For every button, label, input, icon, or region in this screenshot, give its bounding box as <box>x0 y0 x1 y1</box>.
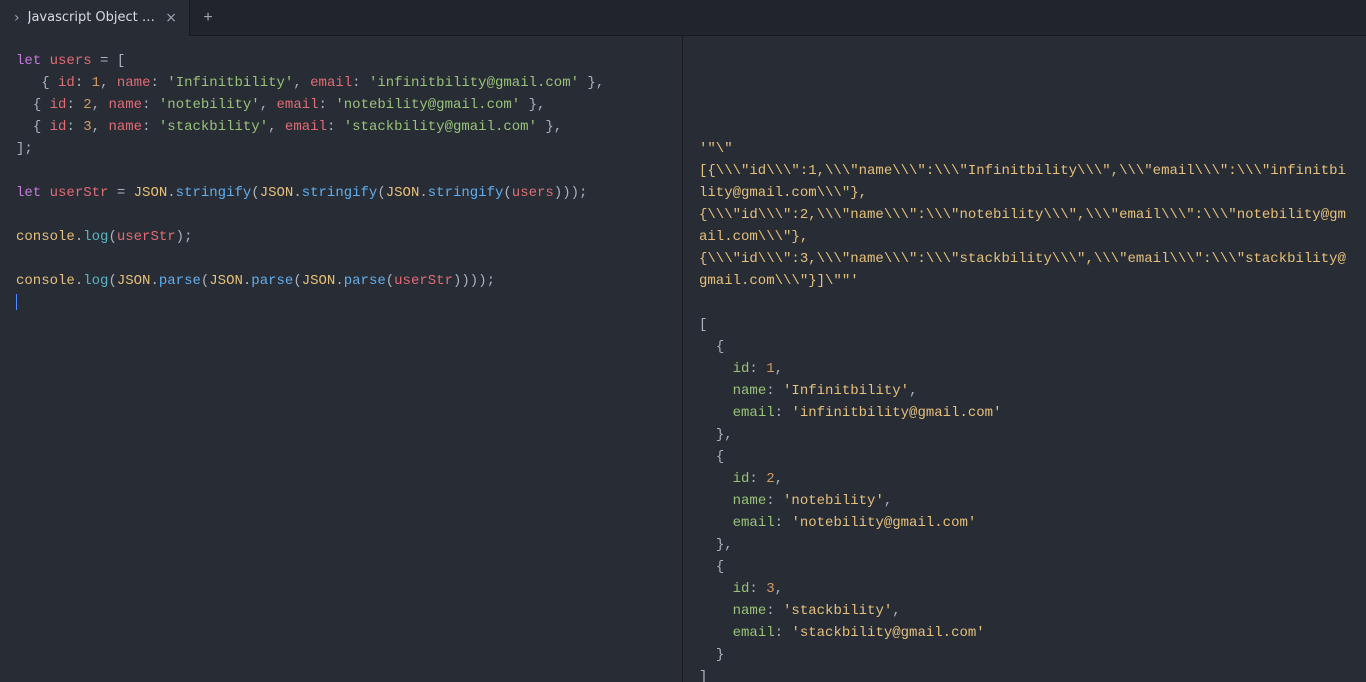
text-cursor <box>16 294 17 310</box>
new-tab-button[interactable]: + <box>190 0 226 36</box>
chevron-right-icon: › <box>14 10 20 26</box>
var-userStr: userStr <box>50 185 109 201</box>
close-icon[interactable]: × <box>163 10 179 26</box>
output-string-line: {\\\"id\\\":3,\\\"name\\\":\\\"stackbili… <box>699 251 1346 289</box>
tab-title: Javascript Object - arra... <box>28 10 156 25</box>
tab-bar: › Javascript Object - arra... × + <box>0 0 1366 36</box>
output-string-line: [{\\\"id\\\":1,\\\"name\\\":\\\"Infinitb… <box>699 163 1346 201</box>
output-array-close: ] <box>699 669 707 682</box>
editor-pane[interactable]: let users = [ { id: 1, name: 'Infinitbil… <box>0 36 683 682</box>
tab-active[interactable]: › Javascript Object - arra... × <box>0 0 190 36</box>
var-users: users <box>50 53 92 69</box>
output-string-line: '"\" <box>699 141 733 157</box>
output-array-open: [ <box>699 317 707 333</box>
keyword-let: let <box>16 53 41 69</box>
output-string-line: {\\\"id\\\":2,\\\"name\\\":\\\"notebilit… <box>699 207 1346 245</box>
output-pane[interactable]: '"\" [{\\\"id\\\":1,\\\"name\\\":\\\"Inf… <box>683 36 1366 682</box>
split-panes: let users = [ { id: 1, name: 'Infinitbil… <box>0 36 1366 682</box>
